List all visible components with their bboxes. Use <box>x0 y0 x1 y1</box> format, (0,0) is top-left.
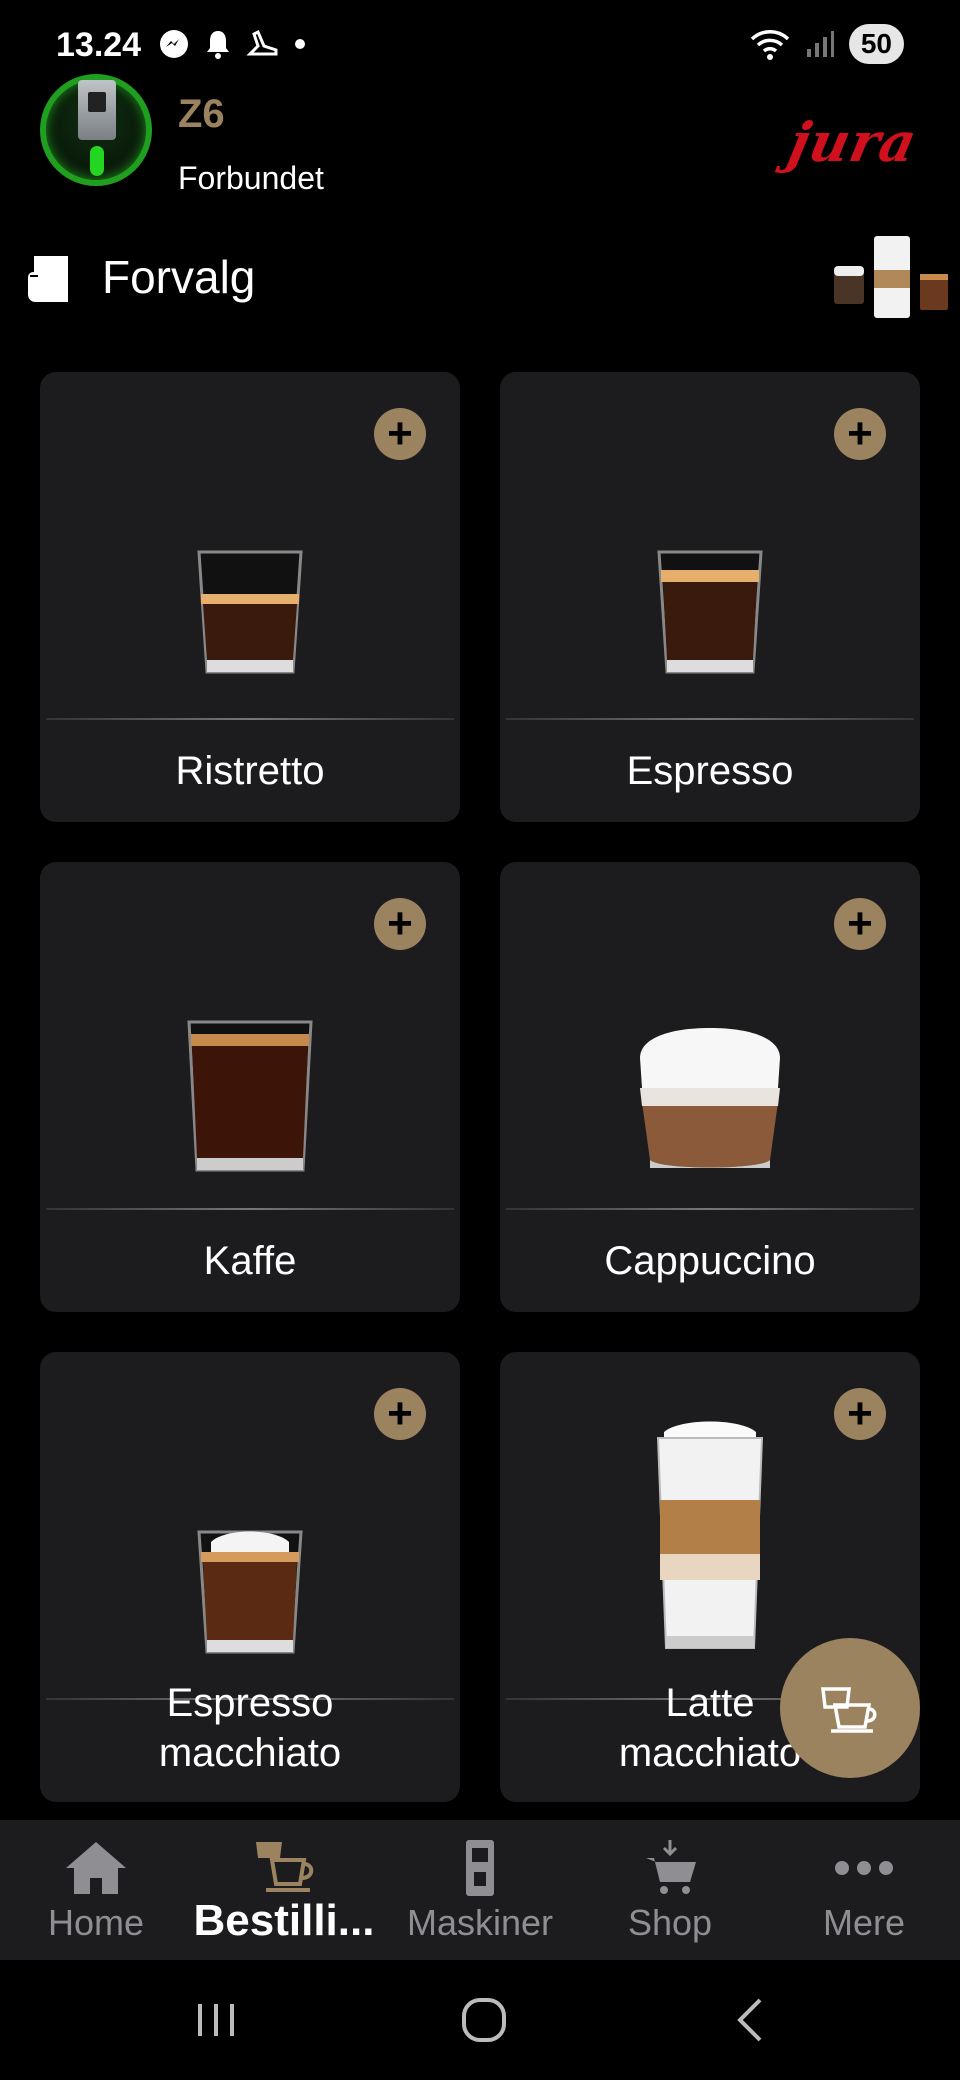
bell-icon <box>207 31 229 59</box>
dot-icon <box>295 39 305 49</box>
back-icon[interactable] <box>722 1990 782 2050</box>
espresso-glass-icon <box>657 550 763 674</box>
messenger-icon <box>160 30 188 58</box>
espresso-macchiato-glass-icon <box>197 1530 303 1654</box>
card-divider <box>46 1208 454 1210</box>
drinks-illustration-icon[interactable] <box>832 230 952 320</box>
battery-icon: 50 <box>848 24 904 64</box>
machine-connection-status: Forbundet <box>178 160 324 196</box>
shoe-icon <box>246 29 278 56</box>
nav-order[interactable]: Bestilli... <box>184 1820 384 1960</box>
product-label-line2: macchiato <box>158 1731 342 1775</box>
cappuccino-glass-icon <box>640 1028 780 1168</box>
nav-label: Shop <box>627 1902 713 1943</box>
product-card-ristretto[interactable]: + Ristretto <box>40 372 460 822</box>
brand-logo: jura <box>782 110 923 174</box>
notification-icons <box>158 28 306 60</box>
wifi-icon <box>750 30 790 60</box>
add-icon[interactable]: + <box>834 408 886 460</box>
nav-home[interactable]: Home <box>0 1820 192 1960</box>
signal-icon <box>806 31 834 57</box>
product-label: Cappuccino <box>604 1239 816 1283</box>
add-icon[interactable]: + <box>834 898 886 950</box>
bottom-navigation: Home Bestilli... Maskiner Shop Mere <box>0 1820 960 1960</box>
card-divider <box>46 718 454 720</box>
section-title: Forvalg <box>102 251 256 303</box>
status-time: 13.24 <box>56 26 142 64</box>
cup-icon[interactable] <box>24 252 74 308</box>
nav-label: Maskiner <box>406 1902 554 1943</box>
nav-label: Mere <box>822 1902 906 1943</box>
add-icon[interactable]: + <box>834 1388 886 1440</box>
cart-icon <box>646 1840 696 1894</box>
status-bar: 13.24 50 <box>0 0 960 90</box>
nav-shop[interactable]: Shop <box>574 1820 766 1960</box>
order-icon <box>256 1842 314 1892</box>
product-label: Ristretto <box>175 749 325 793</box>
coffee-machine-icon <box>78 80 116 140</box>
card-divider <box>506 1208 914 1210</box>
ristretto-glass-icon <box>197 550 303 674</box>
machine-avatar[interactable] <box>40 74 152 186</box>
more-icon <box>835 1861 893 1875</box>
connection-led-icon <box>90 146 104 176</box>
product-card-kaffe[interactable]: + Kaffe <box>40 862 460 1312</box>
home-icon <box>66 1842 126 1894</box>
latte-macchiato-glass-icon <box>656 1421 764 1649</box>
nav-more[interactable]: Mere <box>768 1820 960 1960</box>
nav-label: Bestilli... <box>193 1896 375 1945</box>
brew-fab-button[interactable] <box>780 1638 920 1778</box>
product-card-espresso-macchiato[interactable]: + Espresso macchiato <box>40 1352 460 1802</box>
cups-icon <box>821 1687 877 1733</box>
machine-icon <box>466 1840 494 1896</box>
product-label: Kaffe <box>203 1239 297 1283</box>
nav-machines[interactable]: Maskiner <box>384 1820 576 1960</box>
system-status-icons: 50 <box>749 24 904 64</box>
product-label: Espresso macchiato <box>40 1678 460 1778</box>
product-card-cappuccino[interactable]: + Cappuccino <box>500 862 920 1312</box>
product-label-line1: Espresso <box>166 1681 334 1725</box>
product-card-espresso[interactable]: + Espresso <box>500 372 920 822</box>
system-navigation-bar <box>0 1960 960 2080</box>
card-divider <box>506 718 914 720</box>
kaffe-glass-icon <box>187 1020 313 1172</box>
recent-apps-icon[interactable] <box>186 1990 246 2050</box>
add-icon[interactable]: + <box>374 1388 426 1440</box>
nav-label: Home <box>47 1902 145 1943</box>
home-button-icon[interactable] <box>454 1990 514 2050</box>
add-icon[interactable]: + <box>374 408 426 460</box>
section-header: Forvalg <box>0 230 960 320</box>
add-icon[interactable]: + <box>374 898 426 950</box>
product-label: Espresso <box>626 749 794 793</box>
machine-name[interactable]: Z6 <box>178 92 225 137</box>
